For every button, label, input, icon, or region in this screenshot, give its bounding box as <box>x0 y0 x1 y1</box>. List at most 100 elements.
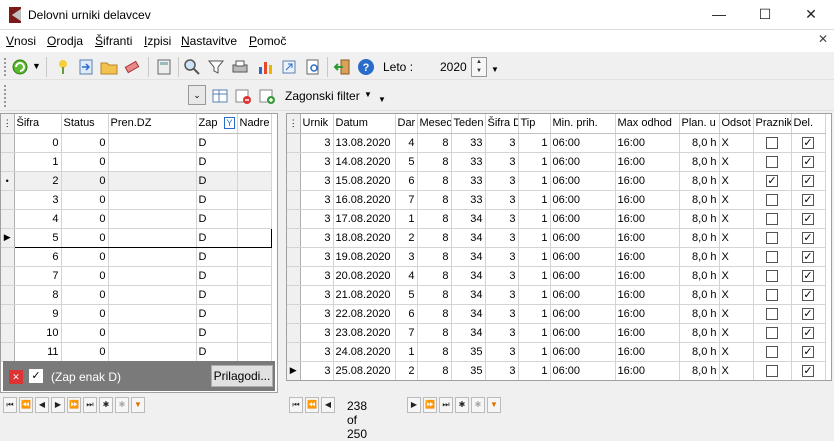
cell-min-prih[interactable]: 06:00 <box>550 209 616 229</box>
nav-filter-icon[interactable]: ▼ <box>131 397 145 413</box>
cell-del[interactable]: ✓ <box>791 266 826 286</box>
cell-odsot[interactable]: X <box>719 133 754 153</box>
maximize-button[interactable]: ☐ <box>742 0 788 30</box>
cell-urnik[interactable]: 3 <box>300 266 334 286</box>
cell-min-prih[interactable]: 06:00 <box>550 171 616 191</box>
row-indicator[interactable] <box>287 171 301 191</box>
column-header-praznik[interactable]: Praznik <box>753 114 792 134</box>
column-header-zap[interactable]: Zap Y <box>196 114 238 134</box>
cell-sifra-d[interactable]: 3 <box>485 171 519 191</box>
spin-down-icon[interactable]: ▼ <box>472 67 486 76</box>
nav-delete-icon[interactable]: ✱ <box>471 397 485 413</box>
table-row[interactable]: 10 D <box>1 152 272 172</box>
row-indicator[interactable] <box>1 304 15 324</box>
row-indicator[interactable] <box>287 266 301 286</box>
cell-teden[interactable]: 34 <box>451 247 486 267</box>
praznik-checkbox[interactable]: ✓ <box>766 174 778 187</box>
cell-del[interactable]: ✓ <box>791 190 826 210</box>
import-icon[interactable] <box>77 58 95 76</box>
table-row[interactable]: 3 16.08.2020 7 8 33 3 1 06:00 16:00 8,0 h X ✓ <box>287 190 826 210</box>
cell-zap[interactable]: D <box>196 285 238 305</box>
del-checkbox[interactable]: ✓ <box>802 250 814 263</box>
cell-odsot[interactable]: X <box>719 342 754 362</box>
column-header-odsot[interactable]: Odsot <box>719 114 754 134</box>
cell-sifra-d[interactable]: 3 <box>485 247 519 267</box>
filter-dropdown-button[interactable]: ⌄ <box>188 85 206 105</box>
cell-dan[interactable]: 6 <box>395 171 418 191</box>
cell-max-odhod[interactable]: 16:00 <box>615 285 680 305</box>
cell-mesec[interactable]: 8 <box>417 190 452 210</box>
cell-tip[interactable]: 1 <box>518 209 551 229</box>
cell-dan[interactable]: 7 <box>395 323 418 343</box>
cell-plan[interactable]: 8,0 h <box>679 266 720 286</box>
cell-datum[interactable]: 21.08.2020 <box>333 285 396 305</box>
cell-teden[interactable]: 34 <box>451 209 486 229</box>
cell-sifra-d[interactable]: 3 <box>485 342 519 362</box>
column-header-datum[interactable]: Datum <box>333 114 396 134</box>
column-header-del[interactable]: Del. <box>791 114 826 134</box>
cell-nadre[interactable] <box>237 342 272 362</box>
minimize-button[interactable]: — <box>696 0 742 30</box>
cell-status[interactable]: 0 <box>61 171 109 191</box>
cell-dan[interactable]: 1 <box>395 342 418 362</box>
cell-datum[interactable]: 23.08.2020 <box>333 323 396 343</box>
cell-sifra-d[interactable]: 3 <box>485 266 519 286</box>
cell-praznik[interactable] <box>753 360 792 380</box>
cell-sifra-d[interactable]: 3 <box>485 323 519 343</box>
cell-max-odhod[interactable]: 16:00 <box>615 171 680 191</box>
cell-min-prih[interactable]: 06:00 <box>550 266 616 286</box>
column-header-max-odhod[interactable]: Max odhod <box>615 114 680 134</box>
row-indicator[interactable]: • <box>1 171 15 191</box>
cell-odsot[interactable]: X <box>719 360 754 380</box>
cell-nadre[interactable] <box>237 190 272 210</box>
row-indicator[interactable] <box>287 247 301 267</box>
cell-pren-dz[interactable] <box>108 323 197 343</box>
table-row[interactable]: 3 14.08.2020 5 8 33 3 1 06:00 16:00 8,0 h X ✓ <box>287 152 826 172</box>
clear-filter-icon[interactable]: ✕ <box>9 370 23 384</box>
horizontal-scrollbar[interactable] <box>286 381 832 393</box>
cell-zap[interactable]: D <box>196 171 238 191</box>
cell-pren-dz[interactable] <box>108 266 197 286</box>
nav-first-icon[interactable]: ⏮ <box>3 397 17 413</box>
cell-max-odhod[interactable]: 16:00 <box>615 133 680 153</box>
filter-enable-checkbox[interactable]: ✓ <box>29 369 43 383</box>
cell-sifra-d[interactable]: 3 <box>485 209 519 229</box>
new-icon[interactable] <box>54 58 72 76</box>
cell-pren-dz[interactable] <box>108 304 197 324</box>
cell-praznik[interactable] <box>753 285 792 305</box>
cell-teden[interactable]: 34 <box>451 228 486 248</box>
table-row[interactable]: 3 22.08.2020 6 8 34 3 1 06:00 16:00 8,0 h X ✓ <box>287 304 826 324</box>
table-row[interactable]: 3 24.08.2020 1 8 35 3 1 06:00 16:00 8,0 h X ✓ <box>287 342 826 362</box>
praznik-checkbox[interactable] <box>766 250 778 263</box>
cell-urnik[interactable]: 3 <box>300 247 334 267</box>
cell-nadre[interactable] <box>237 266 272 286</box>
cell-tip[interactable]: 1 <box>518 152 551 172</box>
cell-zap[interactable]: D <box>196 247 238 267</box>
cell-pren-dz[interactable] <box>108 190 197 210</box>
cell-zap[interactable]: D <box>196 152 238 172</box>
cell-urnik[interactable]: 3 <box>300 323 334 343</box>
cell-urnik[interactable]: 3 <box>300 171 334 191</box>
row-indicator[interactable] <box>1 209 15 229</box>
cell-pren-dz[interactable] <box>108 152 197 172</box>
cell-mesec[interactable]: 8 <box>417 228 452 248</box>
row-indicator[interactable] <box>1 342 15 362</box>
startup-filter-menu[interactable]: Zagonski filter <box>285 89 360 103</box>
cell-max-odhod[interactable]: 16:00 <box>615 342 680 362</box>
cell-praznik[interactable] <box>753 304 792 324</box>
cell-del[interactable]: ✓ <box>791 323 826 343</box>
del-checkbox[interactable]: ✓ <box>802 307 814 320</box>
cell-min-prih[interactable]: 06:00 <box>550 304 616 324</box>
praznik-checkbox[interactable] <box>766 193 778 206</box>
column-header-sifra[interactable]: Šifra <box>14 114 62 134</box>
nav-insert-icon[interactable]: ✱ <box>99 397 113 413</box>
year-input[interactable]: 2020 <box>440 60 467 74</box>
cell-min-prih[interactable]: 06:00 <box>550 360 616 380</box>
cell-datum[interactable]: 19.08.2020 <box>333 247 396 267</box>
row-indicator[interactable] <box>287 228 301 248</box>
cell-dan[interactable]: 4 <box>395 266 418 286</box>
del-checkbox[interactable]: ✓ <box>802 345 814 358</box>
chart-icon[interactable] <box>256 58 274 76</box>
cell-del[interactable]: ✓ <box>791 171 826 191</box>
filter-remove-icon[interactable] <box>234 87 252 105</box>
